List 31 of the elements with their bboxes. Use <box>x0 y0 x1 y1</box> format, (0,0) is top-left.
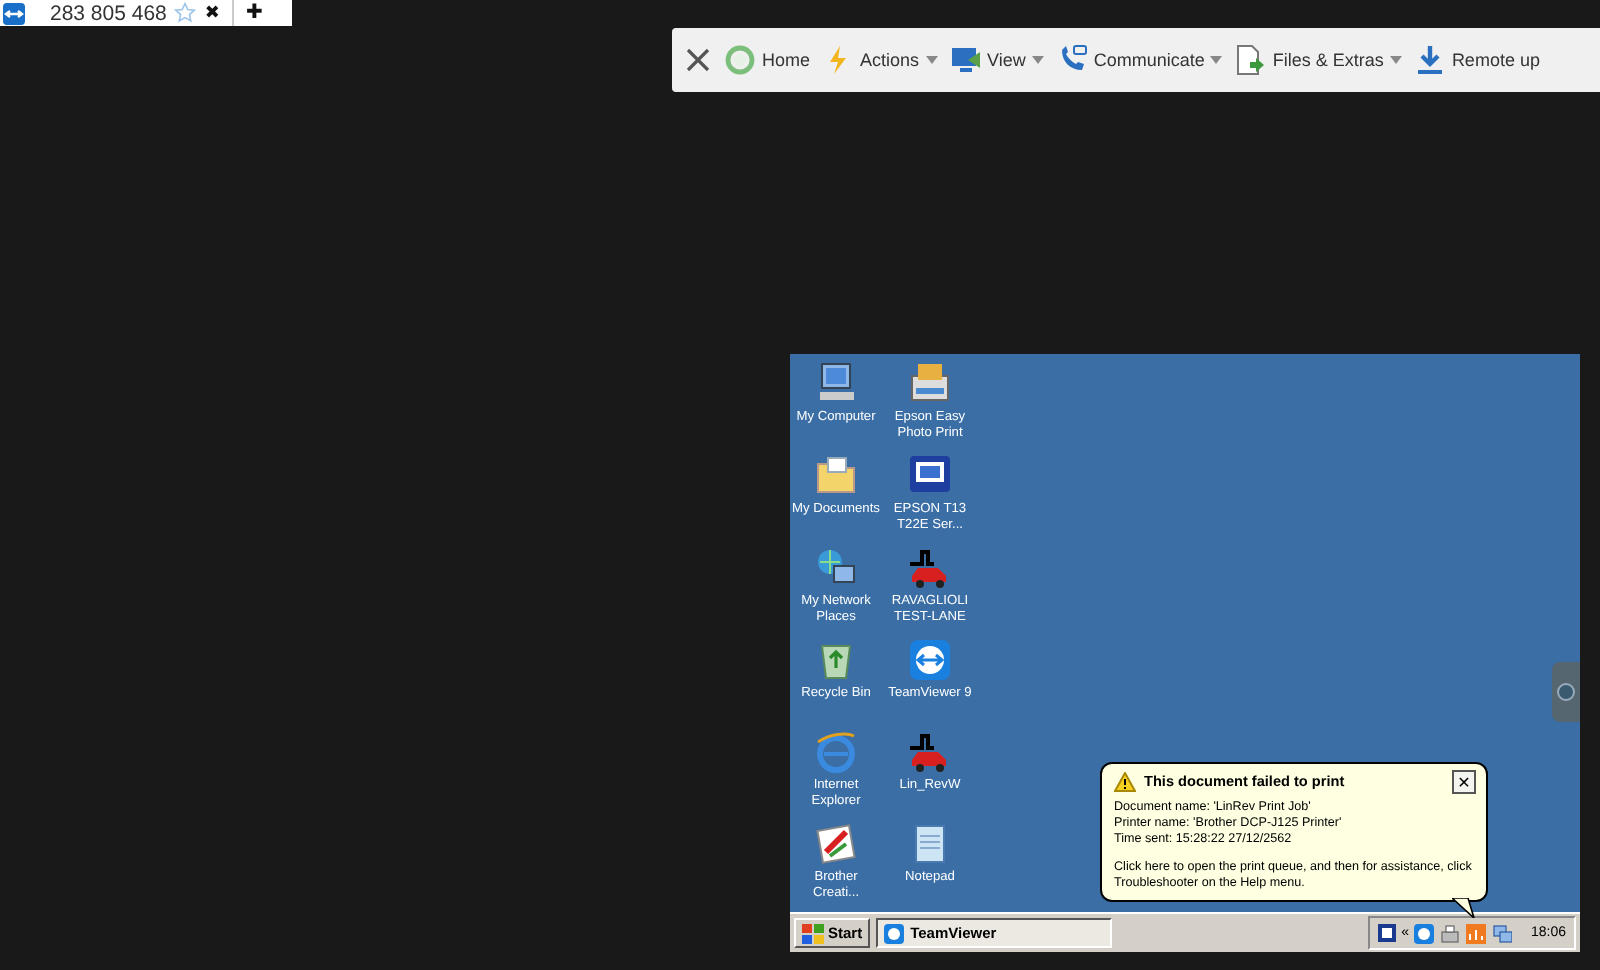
notification-balloon[interactable] <box>1100 762 1488 902</box>
browser-e-icon <box>812 728 860 776</box>
star-icon <box>174 2 197 24</box>
toolbar-download-button[interactable]: Remote up <box>1407 44 1546 76</box>
close-tab-button[interactable]: ✖ <box>204 3 220 23</box>
ring-icon <box>724 44 756 76</box>
chart-app-icon <box>1466 923 1487 943</box>
toolbar-communicate-button[interactable]: Communicate <box>1049 44 1229 76</box>
close-button[interactable]: ✕ <box>1452 770 1476 794</box>
teamviewer-icon <box>1414 923 1435 943</box>
file-icon <box>1234 44 1267 76</box>
network-icon <box>1492 923 1513 943</box>
keyboard-language-icon <box>1377 924 1396 942</box>
tab-title: 283 805 468 <box>50 1 167 25</box>
teamviewer-icon <box>906 636 954 684</box>
circle-icon <box>1556 682 1576 702</box>
toolbar-files-button[interactable]: Files & Extras <box>1228 44 1408 76</box>
close-icon <box>684 46 712 74</box>
toolbar-home-button[interactable]: Home <box>718 44 817 76</box>
balloon-tail <box>1452 898 1476 918</box>
warning-icon <box>1114 772 1136 792</box>
monitor-icon <box>949 44 982 76</box>
new-tab-button[interactable]: ✚ <box>245 3 263 23</box>
toolbar-view-button[interactable]: View <box>943 44 1050 76</box>
download-icon <box>1413 44 1446 76</box>
toolbar-actions-button[interactable]: Actions <box>816 44 944 76</box>
session-tab[interactable]: 283 805 468 ✖ <box>34 0 234 26</box>
windows-flag-icon <box>802 923 824 943</box>
side-handle[interactable] <box>1552 662 1580 722</box>
printer-icon <box>1440 923 1461 943</box>
teamviewer-icon <box>884 923 905 943</box>
